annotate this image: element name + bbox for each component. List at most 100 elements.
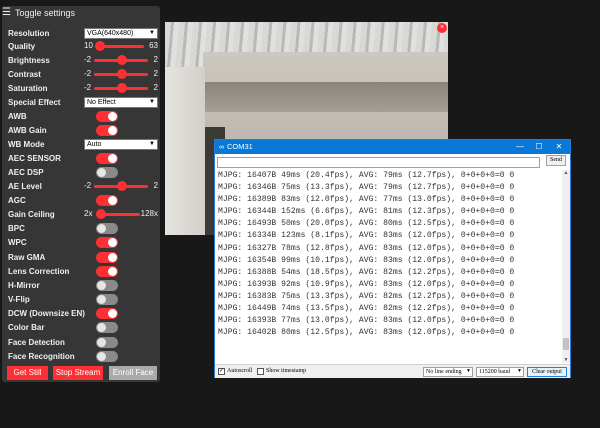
autoscroll-checkbox[interactable]: ✓ [218, 368, 225, 375]
timestamp-checkbox[interactable] [257, 368, 264, 375]
toggle-settings-header[interactable]: ☰ Toggle settings [2, 8, 75, 19]
close-icon[interactable]: ✕ [550, 140, 568, 154]
ae-level-min: -2 [84, 181, 92, 190]
contrast-thumb[interactable] [117, 69, 127, 79]
log-line: MJPG: 16493B 50ms (20.0fps), AVG: 80ms (… [218, 219, 515, 229]
toggle-knob [108, 308, 117, 318]
aec-dsp-toggle[interactable] [96, 166, 118, 178]
ae-level-label: AE Level [8, 181, 42, 191]
gain-ceiling-max: 128x [140, 209, 158, 218]
toggle-knob [97, 280, 106, 290]
v-flip-label: V-Flip [8, 294, 30, 304]
resolution-value: VGA(640x480) [87, 29, 134, 37]
enroll-face-button[interactable]: Enroll Face [109, 366, 157, 380]
quality-row: Quality 10 63 [8, 40, 158, 52]
ae-level-thumb[interactable] [117, 181, 127, 191]
log-line: MJPG: 16449B 74ms (13.5fps), AVG: 82ms (… [218, 304, 515, 314]
lens-correction-toggle[interactable] [96, 265, 118, 277]
special-effect-select[interactable]: No Effect ▼ [84, 96, 158, 108]
maximize-icon[interactable]: ☐ [530, 140, 548, 154]
raw-gma-row: Raw GMA [8, 251, 158, 263]
dcw-toggle[interactable] [96, 307, 118, 319]
saturation-slider[interactable]: -2 2 [84, 82, 158, 94]
awb-gain-row: AWB Gain [8, 124, 158, 136]
aec-dsp-row: AEC DSP [8, 166, 158, 178]
awb-label: AWB [8, 111, 27, 121]
close-stream-button[interactable]: × [437, 23, 447, 33]
ae-level-max: 2 [153, 181, 158, 190]
toggle-knob [108, 266, 117, 276]
scroll-up-icon[interactable]: ▲ [562, 170, 570, 176]
face-detection-label: Face Detection [8, 337, 65, 347]
clear-output-button[interactable]: Clear output [527, 367, 567, 377]
serial-footer: ✓ Autoscroll Show timestamp No line endi… [215, 364, 570, 378]
face-recognition-toggle[interactable] [96, 350, 118, 362]
scroll-down-icon[interactable]: ▼ [562, 357, 570, 363]
raw-gma-label: Raw GMA [8, 252, 46, 262]
v-flip-toggle[interactable] [96, 293, 118, 305]
wb-mode-select[interactable]: Auto ▼ [84, 138, 158, 150]
wb-mode-label: WB Mode [8, 139, 45, 149]
log-line: MJPG: 16393B 77ms (13.0fps), AVG: 83ms (… [218, 316, 515, 326]
serial-output-log: MJPG: 16407B 49ms (20.4fps), AVG: 79ms (… [217, 170, 559, 363]
brightness-slider[interactable]: -2 2 [84, 54, 158, 66]
saturation-label: Saturation [8, 83, 48, 93]
serial-titlebar: ∞ COM31 — ☐ ✕ [215, 140, 570, 154]
ae-level-row: AE Level -2 2 [8, 180, 158, 192]
brightness-max: 2 [153, 55, 158, 64]
brightness-thumb[interactable] [117, 55, 127, 65]
get-still-button[interactable]: Get Still [7, 366, 48, 380]
scrollbar-thumb[interactable] [563, 338, 569, 350]
log-line: MJPG: 16402B 80ms (12.5fps), AVG: 83ms (… [218, 328, 515, 338]
send-button[interactable]: Send [546, 155, 566, 166]
wpc-toggle[interactable] [96, 236, 118, 248]
toggle-knob [108, 237, 117, 247]
quality-thumb[interactable] [95, 41, 105, 51]
log-line: MJPG: 16383B 75ms (13.3fps), AVG: 82ms (… [218, 291, 515, 301]
log-line: MJPG: 16388B 54ms (18.5fps), AVG: 82ms (… [218, 267, 515, 277]
raw-gma-toggle[interactable] [96, 251, 118, 263]
gain-ceiling-slider[interactable]: 2x 128x [84, 208, 158, 220]
bpc-toggle[interactable] [96, 222, 118, 234]
awb-toggle[interactable] [96, 110, 118, 122]
h-mirror-toggle[interactable] [96, 279, 118, 291]
chevron-down-icon: ▼ [517, 369, 522, 374]
aec-sensor-toggle[interactable] [96, 152, 118, 164]
h-mirror-row: H-Mirror [8, 279, 158, 291]
line-ending-select[interactable]: No line ending ▼ [423, 367, 473, 377]
log-line: MJPG: 16393B 92ms (10.9fps), AVG: 83ms (… [218, 279, 515, 289]
toggle-knob [108, 111, 117, 121]
ae-level-slider[interactable]: -2 2 [84, 180, 158, 192]
baud-select[interactable]: 115200 baud ▼ [476, 367, 524, 377]
serial-send-input[interactable] [217, 157, 540, 168]
toggle-knob [108, 153, 117, 163]
resolution-select[interactable]: VGA(640x480) ▼ [84, 27, 158, 39]
contrast-min: -2 [84, 69, 92, 78]
contrast-label: Contrast [8, 69, 41, 79]
serial-title: COM31 [227, 142, 253, 151]
agc-toggle[interactable] [96, 194, 118, 206]
awb-gain-toggle[interactable] [96, 124, 118, 136]
log-line: MJPG: 16346B 75ms (13.3fps), AVG: 79ms (… [218, 183, 515, 193]
face-detection-toggle[interactable] [96, 336, 118, 348]
lens-correction-row: Lens Correction [8, 265, 158, 277]
log-line: MJPG: 16389B 83ms (12.0fps), AVG: 77ms (… [218, 195, 515, 205]
serial-monitor-window: ∞ COM31 — ☐ ✕ MJPG: 16407B 49ms (20.4fps)… [214, 139, 571, 378]
face-recognition-row: Face Recognition [8, 350, 158, 362]
contrast-slider[interactable]: -2 2 [84, 68, 158, 80]
toggle-knob [97, 294, 106, 304]
stop-stream-button[interactable]: Stop Stream [53, 366, 103, 380]
camera-scene-shadow [203, 82, 448, 112]
quality-slider[interactable]: 10 63 [84, 40, 158, 52]
log-line: MJPG: 16354B 99ms (10.1fps), AVG: 83ms (… [218, 255, 515, 265]
gain-ceiling-thumb[interactable] [96, 209, 106, 219]
color-bar-label: Color Bar [8, 322, 45, 332]
dcw-label: DCW (Downsize EN) [8, 308, 85, 318]
serial-scrollbar[interactable]: ▲ ▼ [562, 170, 570, 363]
color-bar-toggle[interactable] [96, 321, 118, 333]
face-recognition-label: Face Recognition [8, 351, 75, 361]
toggle-knob [97, 337, 106, 347]
minimize-icon[interactable]: — [511, 140, 529, 154]
saturation-thumb[interactable] [117, 83, 127, 93]
agc-label: AGC [8, 195, 26, 205]
